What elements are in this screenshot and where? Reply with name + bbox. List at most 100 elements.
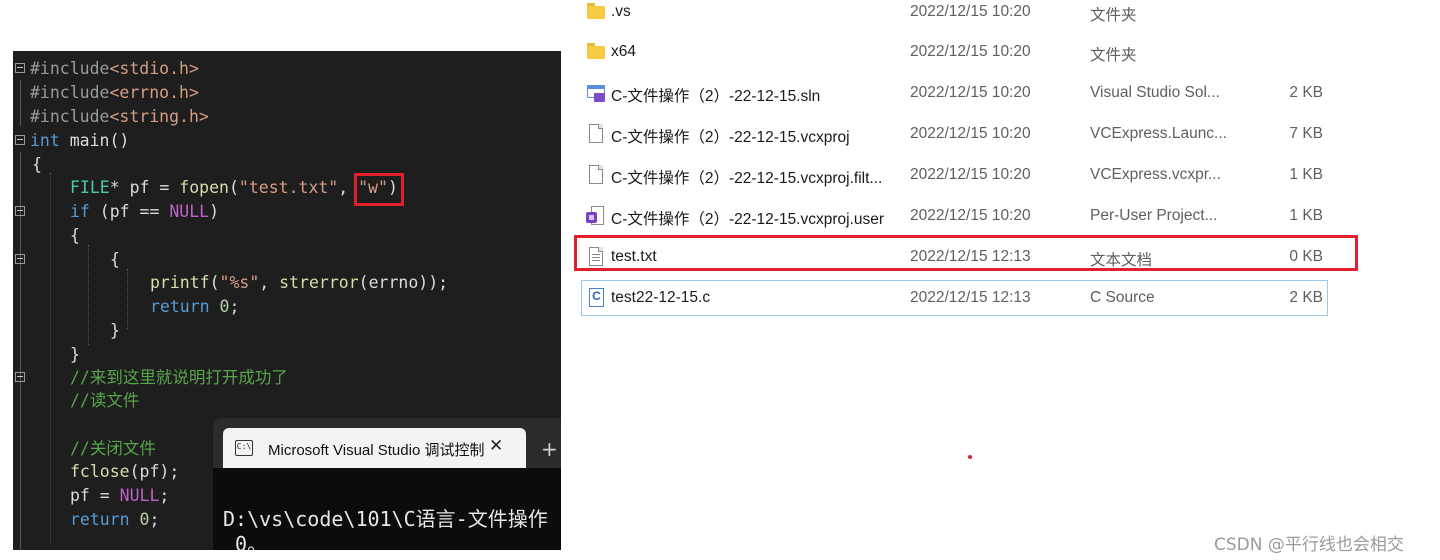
collapse-icon[interactable] (15, 135, 25, 145)
file-name: x64 (611, 43, 636, 60)
file-date: 2022/12/15 10:20 (910, 166, 1031, 183)
file-name: C-文件操作（2）-22-12-15.sln (611, 88, 821, 105)
code-token: ) (209, 202, 220, 221)
code-line[interactable]: } (13, 343, 561, 367)
code-token: fopen (179, 178, 229, 197)
file-size: 2 KB (1289, 84, 1323, 101)
code-token: return (150, 297, 210, 316)
code-text: int main() (30, 129, 129, 153)
code-token: { (32, 155, 42, 174)
code-text: { (110, 248, 120, 272)
collapse-icon[interactable] (15, 206, 25, 216)
console-output-line: D:\vs\code\101\C语言-文件操作 (223, 507, 548, 531)
code-line[interactable]: return 0; (13, 295, 561, 319)
file-type: Per-User Project... (1090, 207, 1218, 224)
collapse-icon[interactable] (15, 254, 25, 264)
code-token: NULL (169, 202, 210, 221)
file-type: C Source (1090, 289, 1155, 306)
highlight-box-test-txt (574, 235, 1358, 271)
code-text: return 0; (70, 508, 159, 532)
code-line[interactable]: { (13, 153, 561, 177)
file-row-test-c[interactable]: C test22-12-15.c 2022/12/15 12:13 C Sour… (582, 278, 1342, 318)
solution-icon (586, 83, 606, 103)
console-tab[interactable]: C:\ Microsoft Visual Studio 调试控制台 ✕ (223, 428, 526, 468)
terminal-icon: C:\ (235, 440, 253, 456)
code-line[interactable]: if (pf == NULL) (13, 200, 561, 224)
file-date: 2022/12/15 10:20 (910, 125, 1031, 142)
code-line[interactable]: //来到这里就说明打开成功了 (13, 366, 561, 390)
code-token: } (110, 321, 120, 340)
code-token: 0 (139, 510, 150, 529)
code-token: <errno.h> (109, 83, 199, 102)
file-row-vcxproj[interactable]: C-文件操作（2）-22-12-15.vcxproj 2022/12/15 10… (582, 114, 1342, 154)
code-line[interactable]: int main() (13, 129, 561, 153)
code-text: printf("%s", strerror(errno)); (150, 271, 448, 295)
code-token: { (70, 226, 80, 245)
console-tab-title: Microsoft Visual Studio 调试控制台 (268, 442, 486, 459)
file-type: 文件夹 (1090, 7, 1137, 24)
code-text: FILE* pf = fopen("test.txt", "w") (70, 176, 398, 200)
file-type: Visual Studio Sol... (1090, 84, 1220, 101)
code-text: { (32, 153, 42, 177)
file-name: C-文件操作（2）-22-12-15.vcxproj (611, 129, 850, 146)
code-token: #include (30, 107, 110, 126)
code-token: (pf); (129, 462, 180, 481)
code-text: #include<string.h> (30, 105, 209, 129)
file-row-vcxproj-user[interactable]: C-文件操作（2）-22-12-15.vcxproj.user 2022/12/… (582, 196, 1342, 236)
debug-console-window[interactable]: C:\ Microsoft Visual Studio 调试控制台 ✕ + D:… (213, 418, 561, 550)
collapse-icon[interactable] (15, 372, 25, 382)
file-name: test22-12-15.c (611, 289, 711, 306)
new-tab-icon[interactable]: + (541, 437, 558, 461)
code-line[interactable]: printf("%s", strerror(errno)); (13, 271, 561, 295)
c-source-icon: C (586, 288, 606, 308)
file-row-vs[interactable]: .vs 2022/12/15 10:20 文件夹 (582, 0, 1342, 32)
code-line[interactable]: FILE* pf = fopen("test.txt", "w") (13, 176, 561, 200)
file-date: 2022/12/15 10:20 (910, 43, 1031, 60)
code-text: return 0; (150, 295, 239, 319)
code-token: <string.h> (109, 107, 209, 126)
code-token: //读文件 (70, 391, 140, 410)
file-row-vcxproj-filters[interactable]: C-文件操作（2）-22-12-15.vcxproj.filt... 2022/… (582, 155, 1342, 195)
file-row-x64[interactable]: x64 2022/12/15 10:20 文件夹 (582, 32, 1342, 72)
code-line[interactable]: #include<stdio.h> (13, 57, 561, 81)
code-text: #include<stdio.h> (30, 57, 199, 81)
code-line[interactable]: #include<errno.h> (13, 81, 561, 105)
code-token: //关闭文件 (70, 439, 156, 458)
code-token: <stdio.h> (109, 59, 199, 78)
file-size: 1 KB (1289, 166, 1323, 183)
code-token: strerror (279, 273, 359, 292)
code-token: * pf = (109, 178, 180, 197)
code-token: #include (30, 59, 110, 78)
code-token: FILE (70, 178, 110, 197)
code-token: if (70, 202, 90, 221)
code-token: ; (149, 510, 160, 529)
user-file-icon (586, 206, 606, 226)
file-type: VCExpress.Launc... (1090, 125, 1227, 142)
code-line[interactable]: } (13, 319, 561, 343)
code-token: NULL (119, 486, 160, 505)
file-date: 2022/12/15 10:20 (910, 207, 1031, 224)
file-name: C-文件操作（2）-22-12-15.vcxproj.user (611, 211, 885, 228)
code-line[interactable]: #include<string.h> (13, 105, 561, 129)
code-line[interactable]: { (13, 248, 561, 272)
collapse-icon[interactable] (15, 63, 25, 73)
console-titlebar[interactable]: C:\ Microsoft Visual Studio 调试控制台 ✕ + (213, 418, 561, 468)
code-token: { (110, 250, 120, 269)
code-token: "test.txt" (238, 178, 339, 197)
code-token: , (259, 273, 280, 292)
code-text: //读文件 (70, 389, 139, 413)
code-token: printf (150, 273, 210, 292)
code-line[interactable]: //读文件 (13, 389, 561, 413)
close-icon[interactable]: ✕ (489, 436, 503, 456)
code-text: { (70, 224, 80, 248)
code-line[interactable]: { (13, 224, 561, 248)
code-text: fclose(pf); (70, 460, 179, 484)
file-date: 2022/12/15 12:13 (910, 289, 1031, 306)
code-text: //来到这里就说明打开成功了 (70, 366, 288, 390)
code-token: (errno)); (358, 273, 449, 292)
file-row-sln[interactable]: C-文件操作（2）-22-12-15.sln 2022/12/15 10:20 … (582, 73, 1342, 113)
code-token: ; (229, 297, 240, 316)
watermark: CSDN @平行线也会相交 (1214, 535, 1404, 555)
